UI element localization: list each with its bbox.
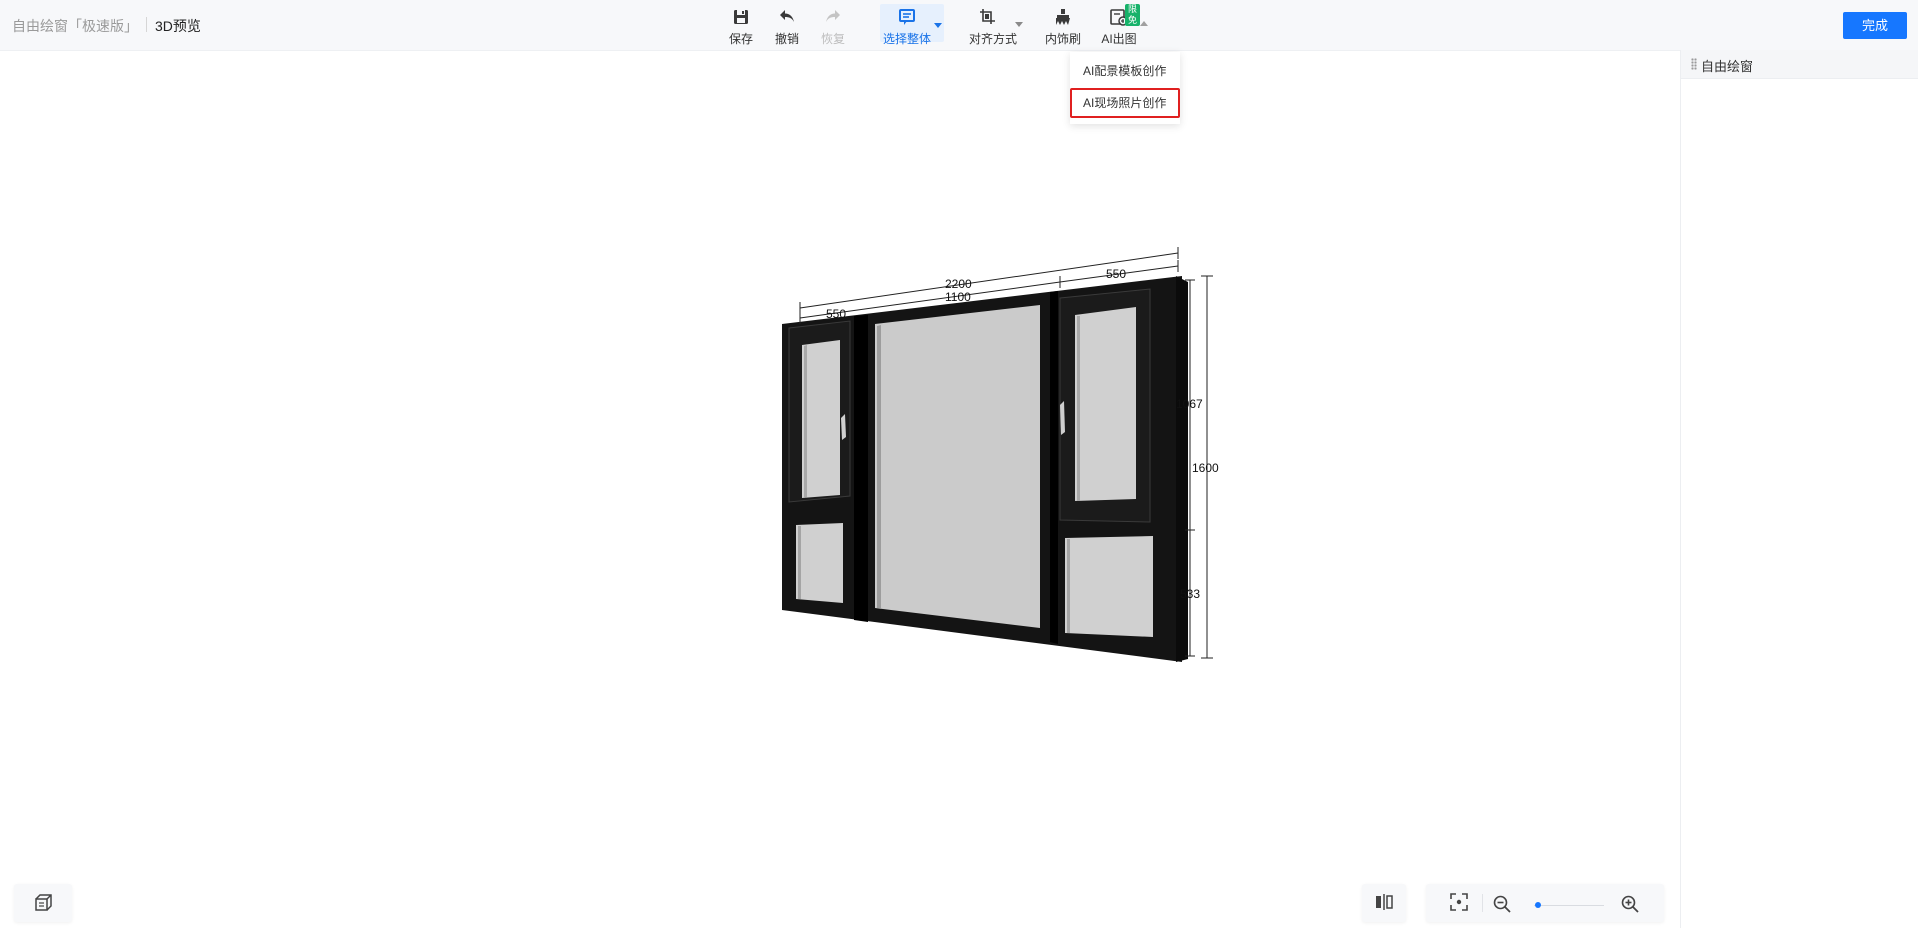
chevron-up-icon — [1140, 21, 1148, 26]
page-title: 3D预览 — [155, 18, 201, 34]
dimension-middle-width: 1100 — [945, 290, 971, 304]
redo-label: 恢复 — [820, 32, 845, 46]
chevron-down-icon — [934, 23, 942, 28]
finish-button[interactable]: 完成 — [1843, 12, 1907, 39]
align-icon — [980, 9, 995, 24]
menu-item-ai-template[interactable]: AI配景模板创作 — [1070, 56, 1180, 86]
zoom-divider — [1482, 894, 1483, 912]
dimension-right-width: 550 — [1106, 267, 1126, 281]
free-badge: 限免 — [1125, 4, 1141, 26]
redo-icon — [826, 10, 840, 22]
save-label: 保存 — [728, 32, 753, 46]
mirror-icon — [1376, 894, 1393, 910]
left-lower-pane — [796, 523, 843, 603]
cube-view-icon — [35, 894, 52, 911]
redo-button[interactable]: 恢复 — [819, 7, 847, 47]
brush-icon — [1056, 9, 1070, 25]
select-whole-label: 选择整体 — [882, 32, 931, 46]
right-panel: 自由绘窗 — [1680, 50, 1918, 928]
fit-view-icon[interactable] — [1449, 892, 1469, 912]
menu-item-ai-site-photo[interactable]: AI现场照片创作 — [1070, 88, 1180, 118]
dimension-lower-height: 533 — [1180, 587, 1200, 601]
right-lower-pane — [1065, 536, 1153, 637]
drag-handle-icon[interactable] — [1691, 58, 1697, 70]
zoom-controls — [1426, 884, 1664, 922]
save-icon — [734, 10, 748, 24]
save-button[interactable]: 保存 — [727, 7, 755, 47]
ai-image-button[interactable]: AI出图 限免 — [1101, 4, 1148, 47]
dimension-total-height: 1600 — [1192, 461, 1219, 475]
ai-image-label: AI出图 — [1101, 32, 1137, 46]
title-divider — [146, 17, 147, 32]
dimension-upper-height: 1067 — [1176, 397, 1203, 411]
mirror-button[interactable] — [1362, 884, 1406, 922]
app-title: 自由绘窗「极速版」 — [12, 18, 138, 34]
right-panel-title: 自由绘窗 — [1701, 59, 1754, 74]
align-button[interactable]: 对齐方式 — [964, 7, 1024, 47]
top-toolbar: 自由绘窗「极速版」 3D预览 保存 撤销 恢复 选择整体 对齐方式 内饰刷 AI… — [0, 0, 1918, 51]
interior-brush-button[interactable]: 内饰刷 — [1045, 7, 1082, 47]
zoom-slider-handle[interactable] — [1534, 902, 1541, 908]
dimension-total-width: 2200 — [945, 277, 972, 291]
align-label: 对齐方式 — [968, 32, 1017, 46]
interior-brush-label: 内饰刷 — [1045, 32, 1082, 46]
view-mode-button[interactable] — [14, 884, 72, 922]
right-panel-header: 自由绘窗 — [1681, 50, 1918, 79]
left-upper-sash — [788, 320, 851, 503]
window-3d-preview[interactable]: 2200 1100 550 550 1067 1600 533 — [760, 240, 1230, 670]
dimension-left-width: 550 — [826, 307, 846, 321]
chevron-down-icon — [1015, 22, 1023, 27]
zoom-slider[interactable] — [1534, 905, 1604, 906]
zoom-in-icon[interactable] — [1620, 894, 1640, 914]
select-whole-icon — [899, 9, 915, 25]
ai-image-menu: AI配景模板创作 AI现场照片创作 — [1070, 52, 1180, 124]
right-upper-sash — [1059, 288, 1151, 523]
undo-icon — [780, 10, 794, 22]
zoom-out-icon[interactable] — [1492, 894, 1512, 914]
undo-button[interactable]: 撤销 — [773, 7, 801, 47]
undo-label: 撤销 — [774, 32, 799, 46]
middle-pane — [875, 305, 1040, 628]
select-whole-button[interactable]: 选择整体 — [880, 4, 944, 46]
